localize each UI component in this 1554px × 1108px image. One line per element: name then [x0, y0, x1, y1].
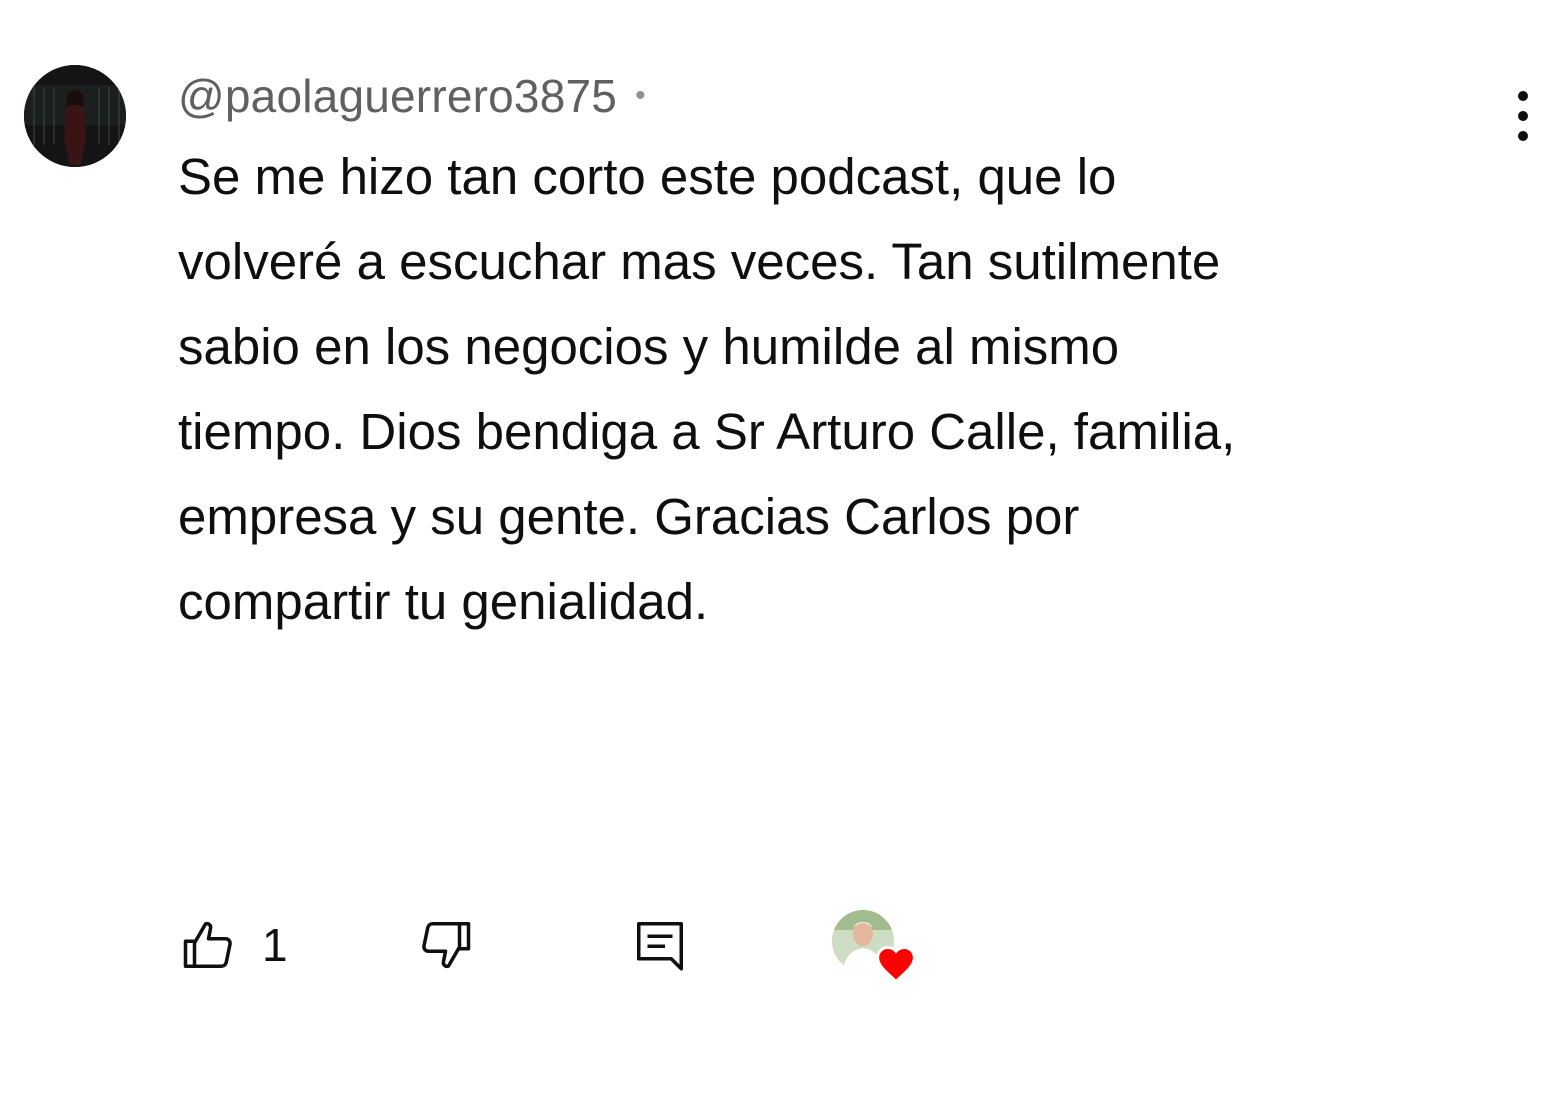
- creator-heart-icon: [876, 946, 916, 984]
- kebab-menu-icon: [1518, 91, 1528, 141]
- dislike-button[interactable]: [416, 900, 476, 990]
- creator-heart-badge: [828, 900, 918, 990]
- reply-button[interactable]: [630, 900, 690, 990]
- like-count: 1: [262, 919, 288, 971]
- comment-header: @paolaguerrero3875 •: [178, 66, 646, 126]
- thumbs-up-icon: [183, 921, 232, 968]
- more-options-button[interactable]: [1500, 86, 1546, 146]
- meta-separator: •: [635, 79, 646, 112]
- avatar-photo: [24, 65, 126, 167]
- reply-comment-icon: [637, 922, 683, 971]
- thumbs-down-icon: [422, 922, 471, 969]
- like-button[interactable]: 1: [178, 900, 288, 990]
- author-handle[interactable]: @paolaguerrero3875: [178, 69, 617, 123]
- comment-text: Se me hizo tan corto este podcast, que l…: [178, 148, 1236, 630]
- author-avatar[interactable]: [24, 65, 126, 167]
